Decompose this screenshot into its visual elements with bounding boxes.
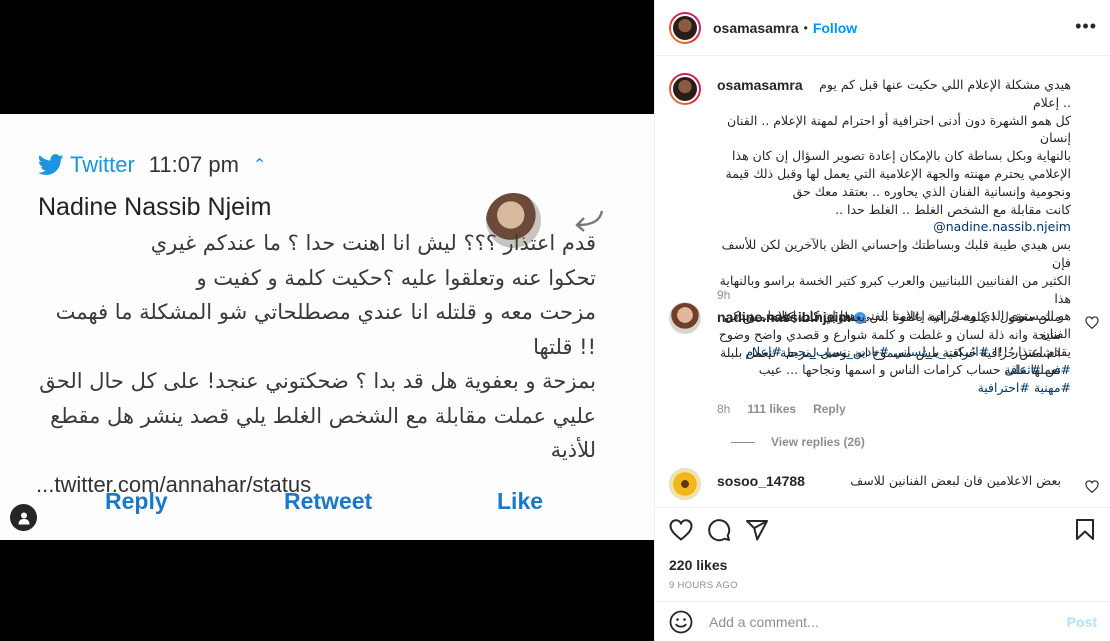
comment-like-heart-icon[interactable]	[1085, 316, 1099, 329]
caption-line: كل همو الشهرة دون أدنى احترافية أو احترا…	[727, 112, 1071, 146]
caption-timestamp[interactable]: 9h	[717, 288, 730, 302]
post-comment-button[interactable]: Post	[1067, 614, 1097, 630]
comment-bubble-icon[interactable]	[707, 518, 731, 542]
author-username[interactable]: osamasamra	[713, 20, 799, 36]
view-replies-button[interactable]: View replies (26)	[731, 435, 865, 449]
emoji-icon[interactable]	[669, 610, 693, 634]
comments-section[interactable]: osamasamra هيدي مشكلة الإعلام اللي حكيت …	[655, 57, 1110, 507]
tweet-time: 11:07 pm	[148, 152, 239, 177]
tweet-like-label: Like	[497, 488, 544, 514]
author-avatar[interactable]	[669, 11, 701, 44]
comment-meta: 8h 111 likes Reply	[717, 402, 846, 416]
tagged-users-button[interactable]	[10, 504, 37, 531]
comment-like-heart-icon[interactable]	[1085, 480, 1099, 493]
add-comment-bar: Post	[655, 601, 1110, 641]
person-icon	[18, 512, 29, 524]
tweet-text: قدم اعتذار ؟؟؟ ليش انا اهنت حدا ؟ ما عند…	[36, 226, 596, 502]
caption-line: ونجومية وإنسانية الفنان الذي يحاوره .. ب…	[792, 183, 1071, 199]
tweet-line: بمزحة و بعفوية هل قد بدا ؟ ضحكتوني عنجد!…	[39, 369, 596, 393]
tweet-line: عليي عملت مقابلة مع الشخص الغلط يلي قصد …	[50, 403, 596, 463]
more-options-icon[interactable]: •••	[1075, 17, 1097, 35]
post-side-panel: osamasamra • Follow ••• osamasamra هيدي …	[654, 0, 1110, 641]
tweet-line: تحكوا عنه وتعلقوا عليه ؟حكيت كلمة و كفيت…	[196, 265, 596, 290]
tweet-reply-label: Reply	[105, 488, 168, 514]
post-time-ago[interactable]: 9 hours ago	[669, 580, 738, 591]
view-replies-label: View replies (26)	[771, 435, 865, 449]
comment-text: مش معقول ! كلمة حُراتية بالقوة بدن يعملو…	[718, 309, 1061, 378]
chevron-up-icon: ⌃	[252, 157, 267, 174]
header-separator: •	[803, 20, 808, 35]
commenter-avatar[interactable]	[669, 468, 701, 500]
caption-avatar[interactable]	[669, 73, 701, 105]
tweet-header: Twitter 11:07 pm ⌃	[38, 150, 266, 180]
caption-line: الكثير من الفنانيين اللبنانيين والعرب كب…	[719, 272, 1071, 306]
comment-reply-button[interactable]: Reply	[813, 402, 846, 416]
tweet-line: مزحت معه و قلتله انا عندي مصطلحاتي شو ال…	[55, 300, 596, 359]
replies-divider	[731, 441, 755, 443]
tweet-line: قدم اعتذار ؟؟؟ ليش انا اهنت حدا ؟ ما عند…	[150, 231, 596, 255]
heart-icon[interactable]	[669, 518, 693, 542]
post-media[interactable]: Twitter 11:07 pm ⌃ Nadine Nassib Njeim ق…	[0, 0, 654, 641]
commenter-username[interactable]: sosoo_14788	[717, 473, 805, 489]
mention-link[interactable]: @nadine.nassib.njeim	[933, 219, 1071, 234]
caption-line: هيدي مشكلة الإعلام اللي حكيت عنها قبل كم…	[819, 77, 1071, 110]
caption-line-with-mention: كانت مقابلة مع الشخص الغلط .. الغلط حدا …	[717, 201, 1071, 237]
bookmark-icon[interactable]	[1073, 518, 1097, 542]
post-header: osamasamra • Follow •••	[655, 0, 1110, 56]
tweet-retweet-label: Retweet	[284, 488, 373, 514]
post-actions: 220 likes 9 hours ago	[655, 507, 1110, 591]
caption-line: كانت مقابلة مع الشخص الغلط .. الغلط حدا …	[835, 201, 1071, 217]
follow-button[interactable]: Follow	[813, 20, 857, 36]
comment-timestamp[interactable]: 8h	[717, 402, 730, 416]
twitter-bird-icon	[38, 154, 64, 175]
tweet-author: Nadine Nassib Njeim	[38, 193, 272, 221]
hashtag-links[interactable]: #مهنية #احترافية	[717, 379, 1071, 397]
add-comment-input[interactable]	[709, 613, 1067, 630]
caption-line: بالنهاية وبكل بساطة كان بالإمكان إعادة ت…	[732, 148, 1071, 164]
commenter-avatar[interactable]	[669, 302, 701, 334]
tweet-service-label: Twitter	[70, 152, 135, 177]
comment-likes-count[interactable]: 111 likes	[747, 402, 796, 416]
caption-line: بس هيدي طيبة قلبك وبساطتك وإحساني الظن ب…	[721, 237, 1071, 270]
comment-text: بعض الاعلامين فان لبعض الفنانين للاسف	[850, 473, 1061, 488]
likes-count[interactable]: 220 likes	[669, 557, 727, 573]
caption-line: الإعلامي يحترم مهنته والجهة الإعلامية ال…	[725, 165, 1071, 181]
share-paper-plane-icon[interactable]	[745, 518, 769, 542]
